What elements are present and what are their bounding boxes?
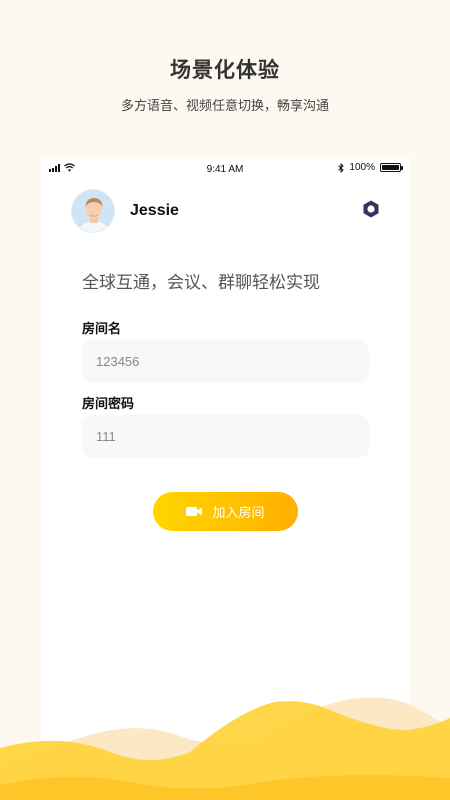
battery-percent: 100% xyxy=(349,162,375,173)
battery-icon xyxy=(380,163,403,172)
video-camera-icon xyxy=(186,507,203,516)
settings-hexagon-icon[interactable] xyxy=(361,199,381,219)
decorative-waves xyxy=(0,697,450,800)
tagline: 全球互通，会议、群聊轻松实现 xyxy=(82,273,320,292)
room-password-label: 房间密码 xyxy=(82,396,135,411)
room-name-input[interactable] xyxy=(82,340,369,383)
avatar[interactable] xyxy=(71,189,115,233)
join-room-label: 加入房间 xyxy=(212,505,265,520)
promo-title: 场景化体验 xyxy=(170,59,280,82)
join-room-button[interactable]: 加入房间 xyxy=(153,492,298,531)
room-name-label: 房间名 xyxy=(82,321,122,336)
bluetooth-icon xyxy=(338,162,345,173)
promo-subtitle: 多方语音、视频任意切换，畅享沟通 xyxy=(120,98,329,113)
status-bar: 9:41 AM 100% xyxy=(41,157,409,181)
room-password-input[interactable] xyxy=(82,415,369,458)
username: Jessie xyxy=(130,202,179,219)
